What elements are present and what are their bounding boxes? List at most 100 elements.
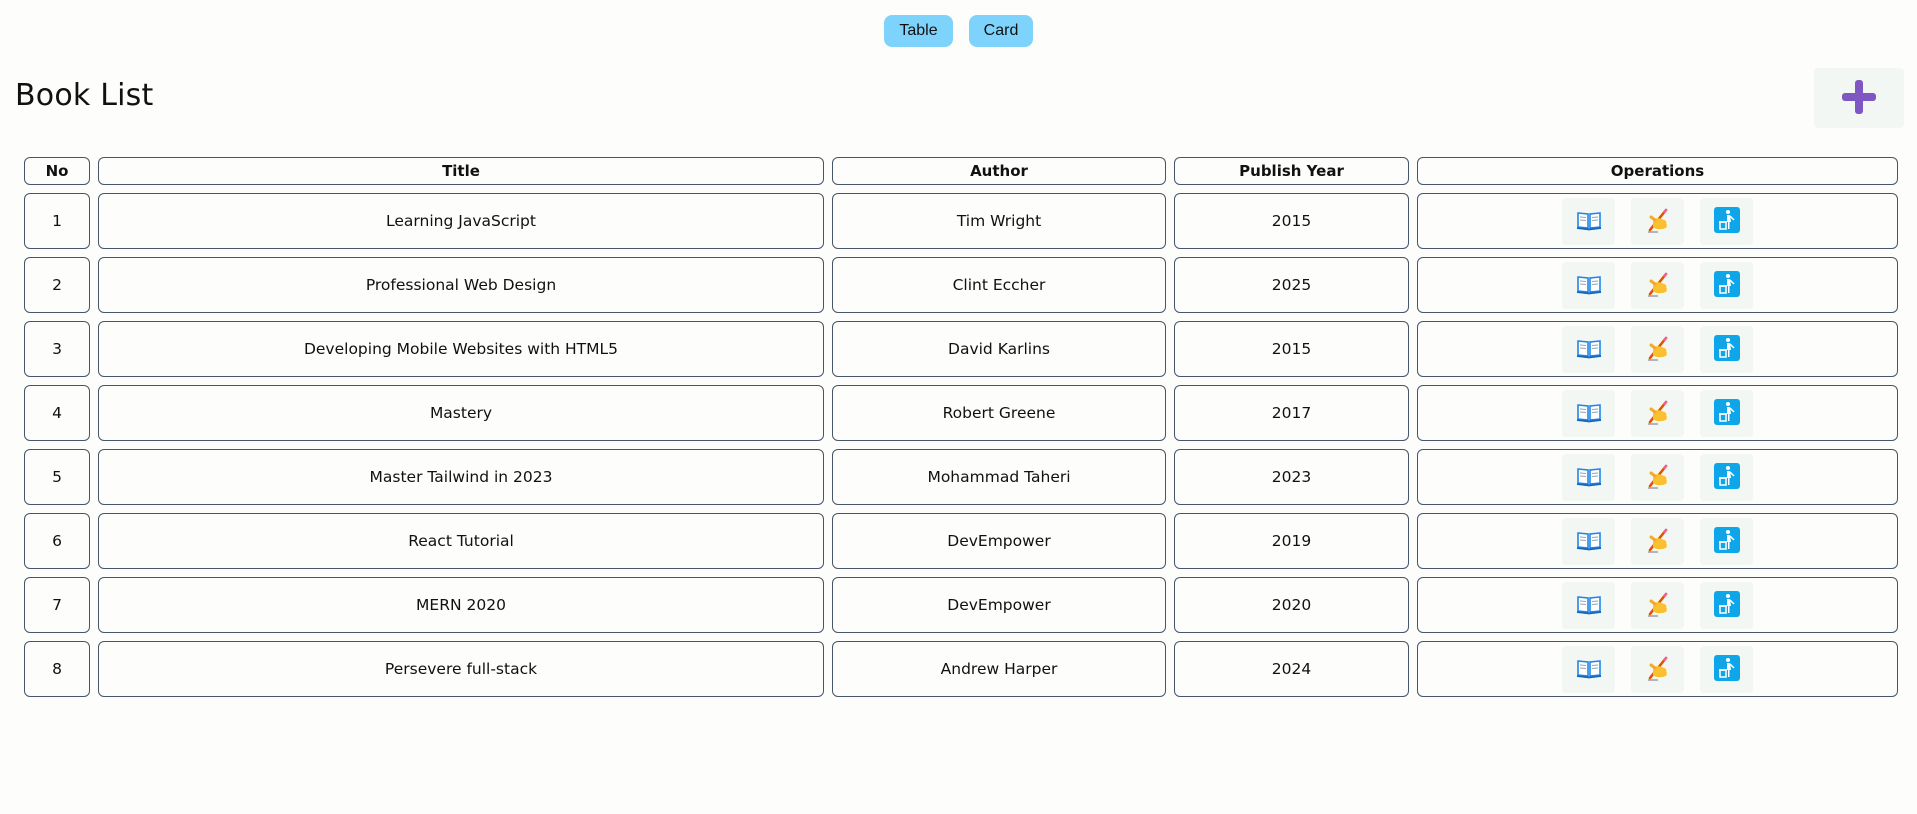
litter-bin-icon xyxy=(1713,654,1740,684)
litter-bin-icon xyxy=(1713,206,1740,236)
cell-title: Persevere full-stack xyxy=(98,641,824,697)
open-book-icon xyxy=(1576,401,1602,426)
book-table: No Title Author Publish Year Operations … xyxy=(16,149,1906,705)
operations-group xyxy=(1418,645,1897,693)
view-book-button[interactable] xyxy=(1562,645,1615,693)
operations-group xyxy=(1418,261,1897,309)
cell-operations xyxy=(1417,449,1898,505)
view-book-button[interactable] xyxy=(1562,581,1615,629)
add-book-button[interactable] xyxy=(1814,68,1904,128)
edit-book-button[interactable] xyxy=(1631,389,1684,437)
operations-group xyxy=(1418,581,1897,629)
edit-book-button[interactable] xyxy=(1631,325,1684,373)
table-row: 4 Mastery Robert Greene 2017 xyxy=(24,385,1898,441)
table-body: 1 Learning JavaScript Tim Wright 2015 2 … xyxy=(24,193,1898,697)
writing-hand-icon xyxy=(1644,398,1672,429)
cell-no: 3 xyxy=(24,321,90,377)
edit-book-button[interactable] xyxy=(1631,197,1684,245)
cell-author: Tim Wright xyxy=(832,193,1166,249)
open-book-icon xyxy=(1576,593,1602,618)
view-toggle: Table Card xyxy=(0,15,1917,47)
cell-publish-year: 2025 xyxy=(1174,257,1409,313)
edit-book-button[interactable] xyxy=(1631,261,1684,309)
table-view-button[interactable]: Table xyxy=(884,15,953,47)
litter-bin-icon xyxy=(1713,398,1740,428)
writing-hand-icon xyxy=(1644,654,1672,685)
cell-author: Mohammad Taheri xyxy=(832,449,1166,505)
cell-no: 8 xyxy=(24,641,90,697)
view-book-button[interactable] xyxy=(1562,389,1615,437)
cell-title: MERN 2020 xyxy=(98,577,824,633)
table-row: 7 MERN 2020 DevEmpower 2020 xyxy=(24,577,1898,633)
delete-book-button[interactable] xyxy=(1700,581,1753,629)
operations-group xyxy=(1418,325,1897,373)
view-book-button[interactable] xyxy=(1562,261,1615,309)
writing-hand-icon xyxy=(1644,590,1672,621)
table-row: 6 React Tutorial DevEmpower 2019 xyxy=(24,513,1898,569)
view-book-button[interactable] xyxy=(1562,325,1615,373)
writing-hand-icon xyxy=(1644,206,1672,237)
litter-bin-icon xyxy=(1713,462,1740,492)
cell-no: 4 xyxy=(24,385,90,441)
column-header-title: Title xyxy=(98,157,824,185)
cell-operations xyxy=(1417,513,1898,569)
plus-icon xyxy=(1839,77,1879,120)
writing-hand-icon xyxy=(1644,270,1672,301)
operations-group xyxy=(1418,453,1897,501)
litter-bin-icon xyxy=(1713,270,1740,300)
delete-book-button[interactable] xyxy=(1700,325,1753,373)
view-book-button[interactable] xyxy=(1562,197,1615,245)
writing-hand-icon xyxy=(1644,334,1672,365)
cell-no: 7 xyxy=(24,577,90,633)
operations-group xyxy=(1418,517,1897,565)
cell-operations xyxy=(1417,193,1898,249)
writing-hand-icon xyxy=(1644,462,1672,493)
cell-title: Professional Web Design xyxy=(98,257,824,313)
operations-group xyxy=(1418,197,1897,245)
cell-title: Developing Mobile Websites with HTML5 xyxy=(98,321,824,377)
edit-book-button[interactable] xyxy=(1631,453,1684,501)
open-book-icon xyxy=(1576,337,1602,362)
column-header-operations: Operations xyxy=(1417,157,1898,185)
cell-author: DevEmpower xyxy=(832,577,1166,633)
open-book-icon xyxy=(1576,209,1602,234)
delete-book-button[interactable] xyxy=(1700,389,1753,437)
view-book-button[interactable] xyxy=(1562,453,1615,501)
view-book-button[interactable] xyxy=(1562,517,1615,565)
column-header-no: No xyxy=(24,157,90,185)
open-book-icon xyxy=(1576,273,1602,298)
cell-publish-year: 2015 xyxy=(1174,321,1409,377)
cell-author: David Karlins xyxy=(832,321,1166,377)
cell-no: 2 xyxy=(24,257,90,313)
cell-publish-year: 2020 xyxy=(1174,577,1409,633)
delete-book-button[interactable] xyxy=(1700,197,1753,245)
cell-operations xyxy=(1417,257,1898,313)
cell-title: React Tutorial xyxy=(98,513,824,569)
delete-book-button[interactable] xyxy=(1700,645,1753,693)
delete-book-button[interactable] xyxy=(1700,453,1753,501)
delete-book-button[interactable] xyxy=(1700,517,1753,565)
page-title: Book List xyxy=(15,78,154,113)
table-row: 5 Master Tailwind in 2023 Mohammad Taher… xyxy=(24,449,1898,505)
cell-author: Andrew Harper xyxy=(832,641,1166,697)
table-header-row: No Title Author Publish Year Operations xyxy=(24,157,1898,185)
open-book-icon xyxy=(1576,465,1602,490)
cell-publish-year: 2023 xyxy=(1174,449,1409,505)
edit-book-button[interactable] xyxy=(1631,645,1684,693)
writing-hand-icon xyxy=(1644,526,1672,557)
cell-title: Learning JavaScript xyxy=(98,193,824,249)
table-row: 2 Professional Web Design Clint Eccher 2… xyxy=(24,257,1898,313)
cell-publish-year: 2017 xyxy=(1174,385,1409,441)
cell-author: Clint Eccher xyxy=(832,257,1166,313)
open-book-icon xyxy=(1576,657,1602,682)
cell-no: 6 xyxy=(24,513,90,569)
table-row: 1 Learning JavaScript Tim Wright 2015 xyxy=(24,193,1898,249)
litter-bin-icon xyxy=(1713,334,1740,364)
card-view-button[interactable]: Card xyxy=(969,15,1033,47)
delete-book-button[interactable] xyxy=(1700,261,1753,309)
cell-title: Master Tailwind in 2023 xyxy=(98,449,824,505)
column-header-publish-year: Publish Year xyxy=(1174,157,1409,185)
edit-book-button[interactable] xyxy=(1631,517,1684,565)
page: Table Card Book List No Title Author Pub… xyxy=(0,0,1917,814)
edit-book-button[interactable] xyxy=(1631,581,1684,629)
